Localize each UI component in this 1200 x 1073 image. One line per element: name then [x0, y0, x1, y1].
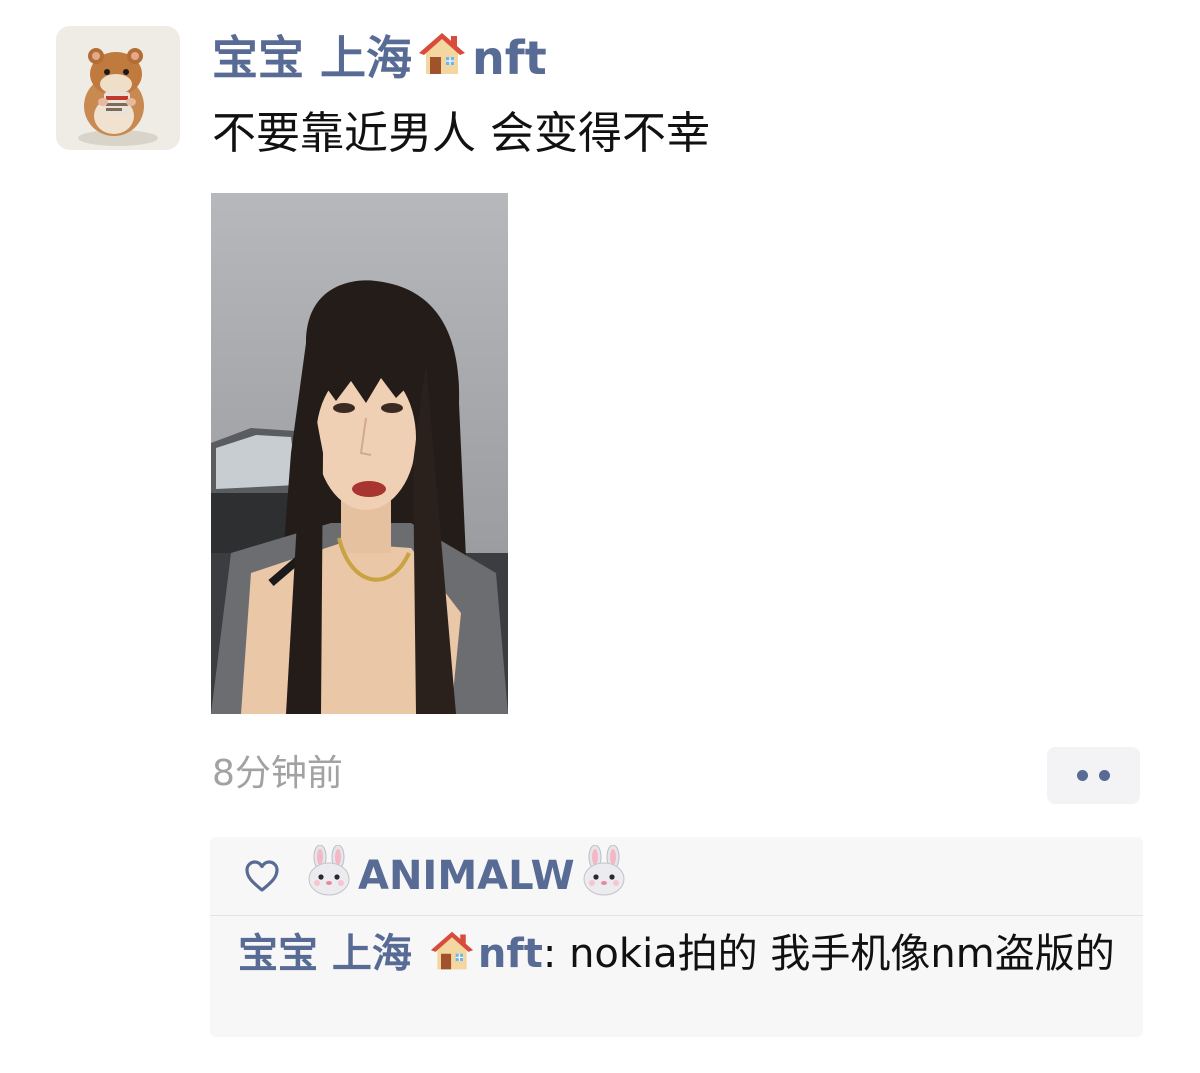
comment-item[interactable]: 宝宝 上海 nft: nokia拍的 我手机像nm盗版的	[238, 929, 1118, 985]
liker-name[interactable]: ANIMALW	[306, 837, 627, 915]
author-name-text: 宝宝 上海	[212, 31, 413, 85]
heart-outline-icon	[244, 859, 280, 897]
post-text: 不要靠近男人 会变得不幸	[212, 108, 710, 159]
selfie-photo-image	[211, 193, 508, 714]
more-dots-icon	[1077, 770, 1088, 781]
comment-author-suffix: nft	[477, 931, 543, 977]
hamster-avatar-image	[56, 26, 180, 150]
moments-post: 宝宝 上海 nft 不要靠近男人 会变得不幸 8分钟前 ANIMALW 宝宝 上…	[0, 0, 1200, 1073]
post-photo[interactable]	[211, 193, 508, 714]
more-actions-button[interactable]	[1047, 747, 1140, 804]
liker-name-text: ANIMALW	[358, 853, 575, 899]
rabbit-emoji-icon	[581, 844, 627, 907]
comment-author[interactable]: 宝宝 上海 nft	[238, 931, 543, 977]
rabbit-emoji-icon	[306, 844, 352, 907]
more-dots-icon	[1099, 770, 1110, 781]
comment-author-name: 宝宝 上海	[238, 931, 412, 977]
likes-row: ANIMALW	[210, 837, 1143, 916]
comment-text: nokia拍的 我手机像nm盗版的	[556, 931, 1115, 977]
post-timestamp: 8分钟前	[212, 753, 343, 794]
house-emoji-icon	[418, 30, 466, 94]
avatar[interactable]	[56, 26, 180, 150]
post-author-name[interactable]: 宝宝 上海 nft	[212, 26, 547, 90]
author-name-suffix: nft	[472, 31, 547, 85]
comment-separator: :	[542, 931, 557, 977]
house-emoji-icon	[430, 929, 474, 985]
likes-comments-box: ANIMALW 宝宝 上海 nft: nokia拍的 我手机像nm盗版的	[210, 837, 1143, 1037]
